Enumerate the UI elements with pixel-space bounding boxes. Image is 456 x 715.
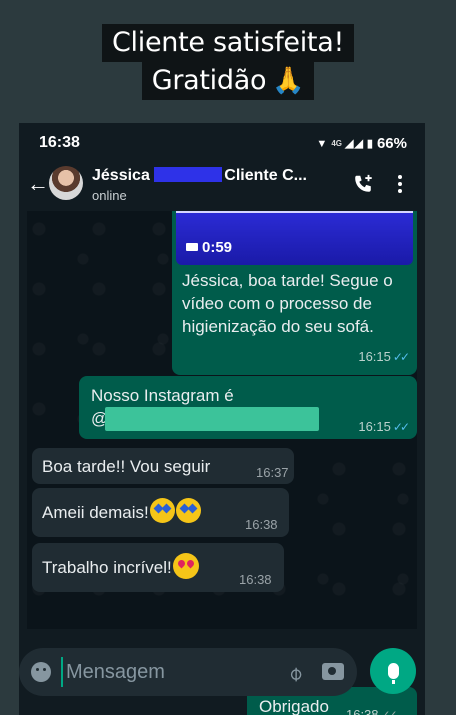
status-time: 16:38 [39, 134, 80, 151]
double-check-icon: ✓✓ [392, 420, 410, 434]
message-text: Trabalho incrível! [42, 558, 172, 577]
star-struck-emoji [175, 498, 201, 523]
chat-area: 0:59 Jéssica, boa tarde! Segue o vídeo c… [27, 211, 417, 715]
message-composer: ⌀ [19, 648, 425, 715]
smiley-icon[interactable] [31, 662, 51, 682]
caption-text-2-box: Gratidão 🙏 [141, 62, 315, 100]
message-text: Boa tarde!! Vou seguir [42, 457, 211, 476]
message-time: 16:15 ✓✓ [358, 349, 410, 364]
camera-icon[interactable] [322, 663, 344, 680]
contact-name[interactable]: Jéssica Cliente C... [92, 167, 307, 185]
contact-status: online [92, 188, 127, 203]
message-time: 16:38 [245, 517, 278, 532]
message-text-wrap: Ameii demais! [42, 498, 201, 524]
status-bar: 16:38 ▼ 4G ◢◢ ▮ 66% [19, 123, 425, 161]
input-pill: ⌀ [19, 648, 357, 696]
contact-name-rest: Cliente C... [224, 167, 307, 184]
video-caption: Jéssica, boa tarde! Segue o vídeo com o … [182, 271, 393, 336]
message-time-text: 16:15 [358, 419, 391, 434]
incoming-message[interactable]: Boa tarde!! Vou seguir 16:37 [32, 448, 294, 484]
praying-hands-emoji: 🙏 [272, 66, 305, 96]
video-duration-wrap: 0:59 [186, 239, 232, 256]
paperclip-icon[interactable]: ⌀ [282, 660, 308, 686]
message-time: 16:15 ✓✓ [358, 419, 410, 434]
arrow-left-icon[interactable]: ← [27, 171, 49, 197]
heart-eyes-emoji [172, 553, 199, 579]
star-struck-emoji [149, 498, 175, 523]
message-time: 16:38 [239, 572, 272, 587]
incoming-message[interactable]: Trabalho incrível! 16:38 [32, 543, 284, 592]
caption-line1: Cliente satisfeita! [0, 24, 456, 62]
caption-text-2: Gratidão [151, 65, 267, 96]
battery-level: 66% [376, 135, 407, 152]
avatar[interactable] [49, 166, 83, 200]
double-check-icon: ✓✓ [392, 350, 410, 364]
video-thumbnail[interactable]: 0:59 [176, 211, 413, 265]
network-type: 4G [331, 139, 342, 148]
message-text: Ameii demais! [42, 503, 149, 522]
phone-screen: 16:38 ▼ 4G ◢◢ ▮ 66% ← Jéssica Cliente C.… [19, 123, 425, 715]
video-camera-icon [186, 243, 198, 251]
signal-icon: ◢◢ [344, 138, 364, 150]
caption-line2: Gratidão 🙏 [0, 62, 456, 100]
add-call-icon[interactable] [352, 173, 374, 195]
name-redaction [154, 167, 223, 182]
microphone-icon [387, 663, 399, 684]
caption-text-1: Cliente satisfeita! [101, 24, 354, 62]
message-time-text: 16:15 [358, 349, 391, 364]
incoming-message[interactable]: Ameii demais! 16:38 [32, 488, 289, 537]
battery-icon: ▮ [366, 138, 374, 150]
message-time: 16:37 [256, 465, 289, 480]
handle-redaction [105, 407, 319, 431]
message-input[interactable] [61, 657, 261, 687]
microphone-button[interactable] [370, 648, 416, 694]
wifi-icon: ▼ [316, 137, 329, 150]
message-text-wrap: Trabalho incrível! [42, 553, 199, 579]
more-vertical-icon[interactable] [397, 175, 403, 195]
video-message[interactable]: 0:59 Jéssica, boa tarde! Segue o vídeo c… [172, 211, 417, 375]
instagram-text: Nosso Instagram é [91, 386, 234, 405]
video-duration: 0:59 [202, 239, 233, 256]
status-right: ▼ 4G ◢◢ ▮ 66% [316, 135, 407, 152]
contact-first-name: Jéssica [92, 167, 150, 184]
chat-header: ← Jéssica Cliente C... online [19, 161, 425, 211]
instagram-message[interactable]: Nosso Instagram é @ 16:15 ✓✓ [79, 376, 417, 439]
